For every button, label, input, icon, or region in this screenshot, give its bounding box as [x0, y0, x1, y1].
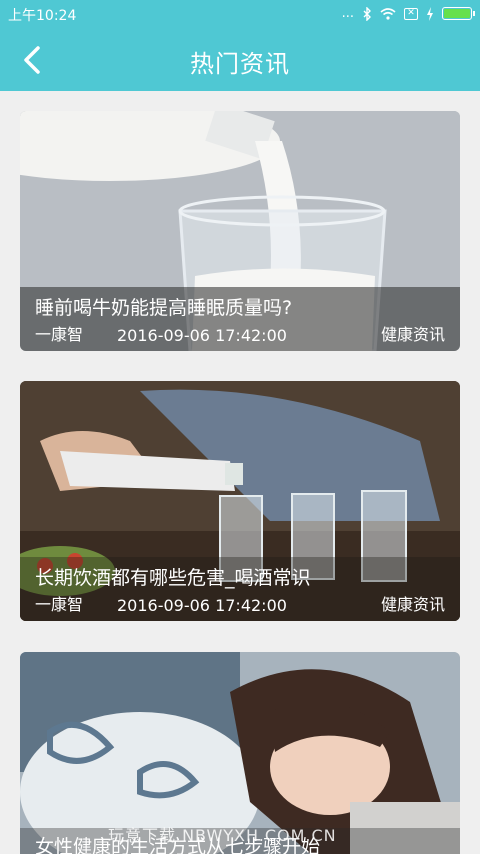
article-category: 健康资讯 [380, 325, 445, 344]
article-category: 健康资讯 [380, 595, 445, 614]
article-source: 一康智 [35, 325, 84, 344]
article-card-milk[interactable]: 睡前喝牛奶能提高睡眠质量吗? 一康智 2016-09-06 17:42:00 健… [20, 111, 460, 351]
sim-icon: ✕ [404, 7, 418, 20]
card-overlay: 睡前喝牛奶能提高睡眠质量吗? 一康智 2016-09-06 17:42:00 健… [20, 287, 460, 351]
article-source: 一康智 [35, 595, 84, 614]
page-title: 热门资讯 [190, 50, 290, 78]
bluetooth-icon [363, 6, 371, 21]
status-icons: ... ✕ [341, 6, 475, 21]
wifi-icon [380, 7, 396, 20]
watermark: 玩意下载 NBWYXH.COM.CN [108, 826, 337, 845]
status-bar: 上午10:24 ... ✕ [0, 0, 480, 28]
article-date: 2016-09-06 17:42:00 [117, 326, 287, 345]
title-bar: 热门资讯 [0, 28, 480, 91]
article-card-alcohol[interactable]: 长期饮酒都有哪些危害_喝酒常识 一康智 2016-09-06 17:42:00 … [20, 381, 460, 621]
article-title: 睡前喝牛奶能提高睡眠质量吗? [35, 297, 293, 319]
more-dots-icon: ... [341, 6, 354, 21]
battery-icon [442, 7, 475, 20]
article-date: 2016-09-06 17:42:00 [117, 596, 287, 615]
charging-icon [427, 6, 433, 21]
card-overlay: 长期饮酒都有哪些危害_喝酒常识 一康智 2016-09-06 17:42:00 … [20, 557, 460, 621]
article-title: 长期饮酒都有哪些危害_喝酒常识 [35, 567, 311, 589]
status-time: 上午10:24 [8, 8, 77, 24]
